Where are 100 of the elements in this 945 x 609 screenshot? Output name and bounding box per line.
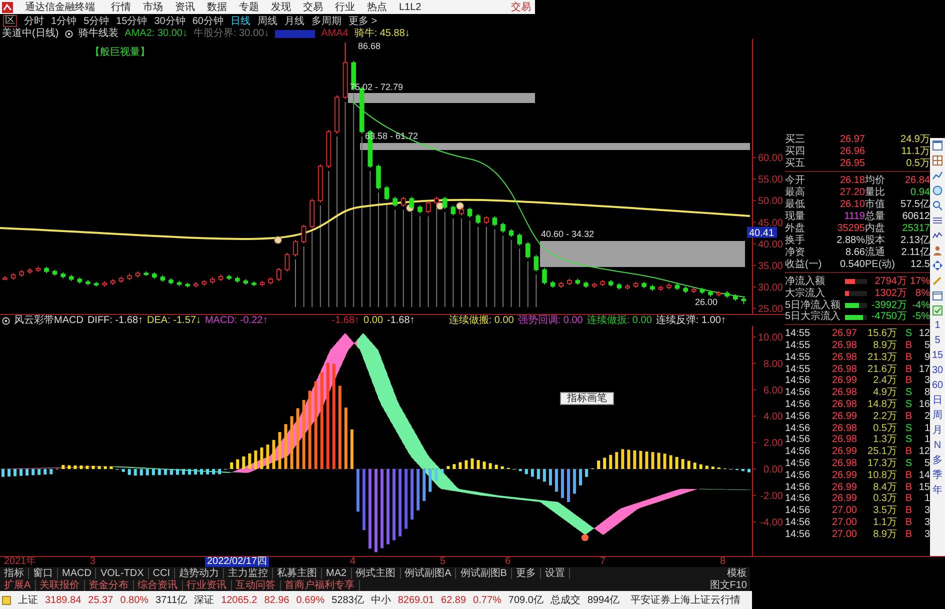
period-shortcut[interactable]: 多 bbox=[932, 455, 942, 466]
axis-label: 25.00 bbox=[758, 304, 783, 315]
tick-count: 1 bbox=[923, 434, 930, 446]
quote-value: 2.11亿 bbox=[900, 247, 930, 259]
period-tab[interactable]: 日线 bbox=[230, 14, 250, 28]
tick-side: S bbox=[904, 398, 912, 411]
tick-side: B bbox=[904, 340, 912, 352]
menu-item[interactable]: 行情 bbox=[111, 0, 131, 14]
menu-item[interactable]: 市场 bbox=[143, 0, 163, 14]
period-tab[interactable]: 多周期 bbox=[312, 14, 342, 28]
menu-item[interactable]: 发现 bbox=[271, 0, 291, 14]
bar bbox=[188, 468, 192, 475]
tick-price: 26.99 bbox=[830, 446, 857, 458]
bar bbox=[308, 390, 312, 469]
period-shortcut[interactable]: 30 bbox=[932, 365, 944, 376]
indicator-value: 连续做扳: 0.00 bbox=[586, 315, 652, 326]
quote-label: 股本 bbox=[865, 235, 886, 246]
candlestick bbox=[376, 164, 381, 190]
flow-label: 净流入额 bbox=[785, 276, 826, 288]
period-shortcut[interactable]: 日 bbox=[932, 395, 942, 406]
tick-side: S bbox=[904, 387, 912, 399]
period-tab[interactable]: 周线 bbox=[258, 14, 278, 28]
bar bbox=[621, 449, 624, 469]
period-shortcut[interactable]: 1 bbox=[934, 320, 940, 331]
grid-icon[interactable] bbox=[932, 155, 943, 166]
period-shortcut[interactable]: 季 bbox=[932, 470, 942, 481]
list-icon[interactable] bbox=[932, 215, 943, 226]
menu-item[interactable]: 专题 bbox=[239, 0, 259, 14]
tick-count: 3 bbox=[923, 528, 930, 541]
quote-label: 收益(一) bbox=[785, 259, 823, 271]
line-chart-icon[interactable] bbox=[932, 230, 943, 241]
quote-value: 26.18 bbox=[838, 175, 865, 187]
tick-count: 3 bbox=[923, 516, 930, 529]
panel-tab[interactable]: 模板 bbox=[724, 566, 750, 580]
bar bbox=[747, 468, 750, 472]
quote-value: 60612 bbox=[901, 211, 930, 223]
window-icon[interactable] bbox=[932, 140, 943, 151]
date-label: 8 bbox=[720, 557, 726, 567]
date-label: 2022/02/17四 bbox=[205, 557, 270, 567]
tick-side: B bbox=[904, 375, 912, 388]
tick-volume: 1.3万 bbox=[872, 434, 897, 446]
period-tab[interactable]: 更多 > bbox=[348, 14, 378, 28]
menu-item[interactable]: 资讯 bbox=[175, 0, 195, 14]
globe-icon[interactable] bbox=[932, 185, 943, 196]
axis-label: 30.00 bbox=[758, 282, 783, 294]
menu-item[interactable]: 交易 bbox=[511, 0, 531, 14]
bar bbox=[693, 462, 696, 469]
axis-label: 0.00 bbox=[764, 464, 783, 476]
tick-time: 14:56 bbox=[785, 434, 812, 446]
period-tab[interactable]: 1分钟 bbox=[51, 14, 77, 28]
bar bbox=[266, 444, 270, 469]
index-value: 12065.2 bbox=[221, 594, 258, 606]
bar bbox=[146, 468, 149, 476]
bar bbox=[386, 468, 390, 544]
bar bbox=[338, 386, 342, 469]
period-tab[interactable]: 15分钟 bbox=[116, 14, 148, 28]
tick-time: 14:56 bbox=[785, 505, 812, 517]
menu-item[interactable]: 行业 bbox=[335, 0, 355, 14]
move-icon[interactable] bbox=[932, 260, 943, 271]
index-percent: 0.69% bbox=[296, 594, 325, 606]
quote-value: 26.10 bbox=[838, 199, 865, 211]
period-shortcut[interactable]: 5 bbox=[934, 335, 940, 346]
period-tab[interactable]: 分时 bbox=[24, 14, 44, 28]
menu-item[interactable]: 交易 bbox=[303, 0, 323, 14]
indicator-value: DIFF: -1.68↑ bbox=[87, 315, 144, 326]
bar bbox=[170, 468, 173, 475]
bar bbox=[663, 454, 666, 469]
period-tab[interactable]: 月线 bbox=[284, 14, 304, 28]
period-tab[interactable]: 区 bbox=[3, 15, 17, 27]
date-label: 3 bbox=[90, 557, 96, 567]
index-change: 82.96 bbox=[264, 594, 290, 606]
menu-item[interactable]: 数据 bbox=[207, 0, 227, 14]
period-shortcut[interactable]: 60 bbox=[932, 380, 944, 391]
flow-percent: 17% bbox=[908, 276, 930, 288]
period-tab[interactable]: 60分钟 bbox=[192, 14, 224, 28]
menu-item[interactable]: L1L2 bbox=[399, 2, 422, 12]
check-icon[interactable] bbox=[932, 305, 943, 316]
chart-icon[interactable] bbox=[932, 170, 943, 181]
search-icon[interactable] bbox=[932, 200, 943, 211]
flow-label: 5日净流入额 bbox=[785, 300, 842, 311]
index-value: 3189.84 bbox=[45, 594, 82, 606]
bar bbox=[639, 450, 642, 469]
tick-side: B bbox=[904, 493, 912, 506]
quote-label: 市值 bbox=[865, 199, 886, 210]
period-tab[interactable]: 5分钟 bbox=[84, 14, 110, 28]
calendar-icon[interactable] bbox=[932, 290, 943, 301]
period-tab[interactable]: 30分钟 bbox=[154, 14, 186, 28]
panel-tab[interactable]: 图文F10 bbox=[706, 578, 750, 592]
person-icon[interactable] bbox=[932, 245, 943, 256]
bar bbox=[530, 468, 534, 477]
period-shortcut[interactable]: 月 bbox=[932, 425, 942, 436]
period-shortcut[interactable]: N bbox=[934, 440, 942, 451]
candlestick bbox=[476, 214, 480, 225]
total-label: 总成交 bbox=[550, 594, 580, 607]
tick-time: 14:56 bbox=[785, 470, 812, 482]
period-shortcut[interactable]: 年 bbox=[932, 485, 942, 496]
menu-item[interactable]: 热点 bbox=[367, 0, 387, 14]
period-shortcut[interactable]: 15 bbox=[932, 350, 944, 361]
period-shortcut[interactable]: 周 bbox=[932, 410, 942, 421]
quote-label: 最低 bbox=[785, 199, 806, 211]
